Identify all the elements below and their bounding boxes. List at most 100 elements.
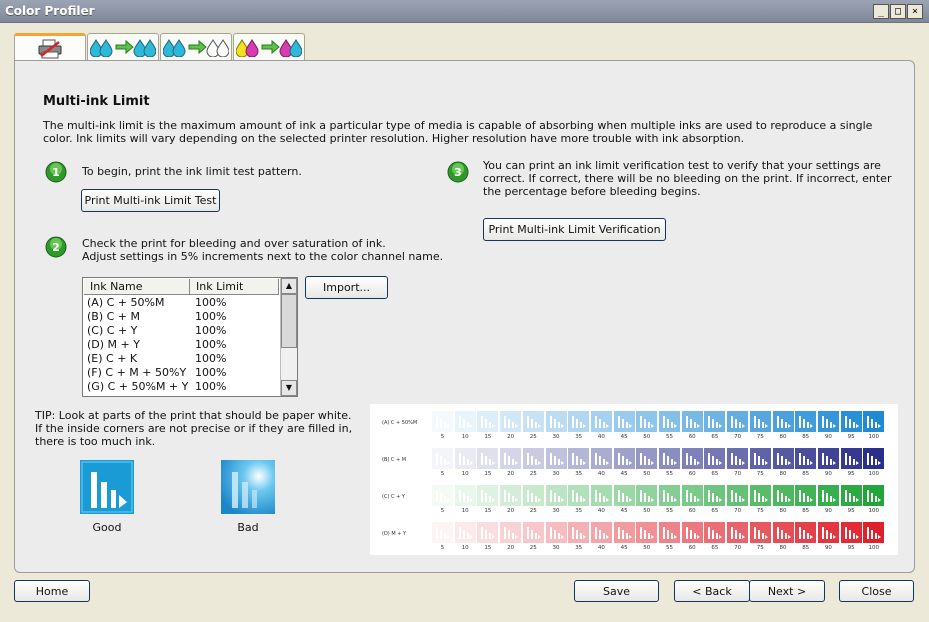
pattern-cell — [500, 485, 522, 506]
window-controls: _ □ × — [873, 4, 923, 19]
list-item[interactable]: (E) C + K 100% — [87, 352, 226, 366]
pattern-percent-label: 40 — [597, 471, 605, 477]
pattern-cell — [477, 485, 499, 506]
import-button[interactable]: Import... — [305, 276, 388, 299]
print-ink-limit-verification-button[interactable]: Print Multi-ink Limit Verification — [483, 218, 666, 241]
pattern-percent-label: 85 — [802, 545, 810, 551]
pattern-percent-label: 5 — [440, 545, 445, 551]
list-item[interactable]: (B) C + M 100% — [87, 310, 226, 324]
pattern-percent-label: 60 — [688, 508, 696, 514]
back-button[interactable]: < Back — [674, 580, 750, 602]
pattern-row-label: (D) M + Y — [382, 531, 407, 537]
pattern-percent-label: 90 — [824, 434, 832, 440]
pattern-percent-label: 85 — [802, 471, 810, 477]
close-window-button[interactable]: × — [907, 4, 923, 19]
pattern-percent-label: 95 — [847, 471, 855, 477]
pattern-percent-label: 100 — [868, 545, 880, 551]
pattern-percent-label: 75 — [756, 434, 764, 440]
column-ink-limit[interactable]: Ink Limit — [190, 279, 279, 294]
list-item[interactable]: (C) C + Y 100% — [87, 324, 226, 338]
pattern-cell — [659, 448, 680, 469]
pattern-cell — [500, 448, 522, 469]
pattern-percent-label: 65 — [711, 545, 719, 551]
scrollbar-thumb[interactable] — [281, 294, 297, 348]
pattern-cell — [795, 448, 817, 469]
pattern-cell — [840, 411, 862, 432]
pattern-cell — [817, 448, 839, 469]
page-description: The multi-ink limit is the maximum amoun… — [43, 119, 873, 145]
list-item[interactable]: (F) C + M + 50%Y 100% — [87, 366, 226, 380]
pattern-percent-label: 15 — [484, 434, 492, 440]
good-label: Good — [92, 521, 122, 534]
pattern-cell — [613, 411, 635, 432]
pattern-cell — [545, 522, 567, 543]
next-button[interactable]: Next > — [749, 580, 825, 602]
pattern-percent-label: 100 — [868, 434, 880, 440]
page-title: Multi-ink Limit — [43, 94, 150, 109]
list-item[interactable]: (G) C + 50%M + Y 100% — [87, 380, 226, 394]
pattern-percent-label: 50 — [643, 545, 651, 551]
profile-tab[interactable] — [233, 33, 305, 60]
pattern-percent-label: 85 — [802, 508, 810, 514]
pattern-percent-label: 70 — [734, 471, 742, 477]
pattern-percent-label: 40 — [597, 508, 605, 514]
scroll-down-arrow-icon[interactable]: ▼ — [281, 380, 297, 396]
pattern-percent-label: 25 — [529, 508, 537, 514]
maximize-button[interactable]: □ — [890, 4, 906, 19]
close-button[interactable]: Close — [839, 580, 914, 602]
step-2-line-2: Adjust settings in 5% increments next to… — [82, 250, 444, 263]
pattern-row-label: (C) C + Y — [382, 494, 405, 500]
pattern-percent-label: 25 — [529, 545, 537, 551]
ink-drops-arrow-icon — [90, 39, 156, 57]
pattern-percent-label: 95 — [847, 434, 855, 440]
pattern-percent-label: 70 — [734, 434, 742, 440]
pattern-percent-label: 10 — [461, 471, 469, 477]
pattern-percent-label: 100 — [868, 508, 880, 514]
pattern-cell — [704, 485, 726, 506]
pattern-percent-label: 35 — [575, 508, 583, 514]
pattern-percent-label: 85 — [802, 434, 810, 440]
pattern-percent-label: 55 — [666, 471, 673, 477]
pattern-cell — [727, 411, 749, 432]
pattern-cell — [727, 448, 749, 469]
pattern-percent-label: 60 — [688, 434, 696, 440]
home-button[interactable]: Home — [14, 580, 90, 602]
pattern-cell — [681, 522, 703, 543]
tip-text: TIP: Look at parts of the print that sho… — [35, 409, 353, 448]
pattern-percent-label: 30 — [552, 545, 560, 551]
pattern-percent-label: 5 — [440, 434, 445, 440]
pattern-percent-label: 55 — [666, 508, 673, 514]
column-ink-name[interactable]: Ink Name — [84, 279, 190, 294]
list-item[interactable]: (D) M + Y 100% — [87, 338, 226, 352]
pattern-cell — [727, 485, 749, 506]
svg-text:2: 2 — [52, 241, 60, 254]
pattern-cell — [863, 522, 885, 543]
pattern-percent-label: 70 — [734, 508, 742, 514]
pattern-percent-label: 20 — [507, 471, 515, 477]
pattern-cell — [772, 411, 794, 432]
pattern-percent-label: 50 — [643, 508, 651, 514]
pattern-cell — [863, 448, 885, 469]
pattern-percent-label: 100 — [868, 471, 880, 477]
pattern-cell — [590, 448, 612, 469]
ink-limit-tab[interactable] — [160, 33, 232, 60]
pattern-cell — [840, 485, 862, 506]
list-item[interactable]: (A) C + 50%M 100% — [87, 296, 226, 310]
color-drops-arrow-icon — [236, 39, 302, 57]
pattern-percent-label: 15 — [484, 508, 492, 514]
pattern-cell — [704, 411, 726, 432]
ink-list-scrollbar[interactable]: ▲ ▼ — [280, 278, 297, 396]
print-ink-limit-test-button[interactable]: Print Multi-ink Limit Test — [81, 189, 220, 212]
title-bar: Color Profiler _ □ × — [0, 0, 929, 23]
scroll-up-arrow-icon[interactable]: ▲ — [281, 278, 297, 294]
pattern-percent-label: 60 — [688, 545, 696, 551]
pattern-cell — [454, 522, 476, 543]
minimize-button[interactable]: _ — [873, 4, 889, 19]
ink-limit-list[interactable]: Ink Name Ink Limit (A) C + 50%M 100% (B) … — [82, 277, 298, 397]
linearization-tab[interactable] — [87, 33, 159, 60]
ink-drops-arrow-outline-icon — [163, 39, 229, 57]
printer-setup-tab[interactable] — [14, 33, 86, 61]
save-button[interactable]: Save — [574, 580, 659, 602]
pattern-cell — [522, 522, 544, 543]
pattern-percent-label: 20 — [507, 545, 515, 551]
